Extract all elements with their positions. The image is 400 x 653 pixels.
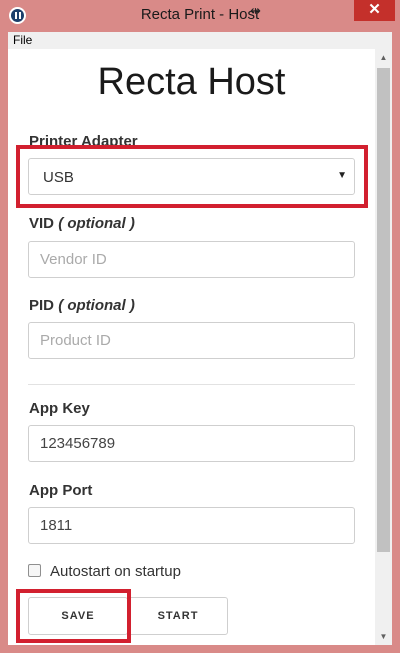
highlight-box-save — [16, 589, 131, 643]
page-title: Recta Host — [97, 61, 286, 103]
section-divider — [28, 384, 355, 385]
app-window: Recta Print - Host ⇹ ✕ File Recta Host P… — [0, 0, 400, 653]
pid-optional-text: ( optional ) — [58, 297, 135, 314]
product-id-input[interactable] — [28, 322, 355, 359]
scroll-down-icon[interactable]: ▼ — [375, 628, 392, 645]
start-button[interactable]: START — [128, 597, 228, 635]
app-key-input[interactable] — [28, 425, 355, 462]
vertical-scrollbar[interactable]: ▲ ▼ — [375, 49, 392, 645]
main-content: Recta Host Printer Adapter USB ▼ VID ( o… — [8, 49, 375, 645]
vid-label-text: VID — [29, 215, 55, 232]
window-title: Recta Print - Host — [140, 6, 260, 23]
menu-file[interactable]: File — [13, 33, 32, 47]
title-bar: Recta Print - Host ⇹ ✕ — [0, 0, 400, 31]
menu-bar: File — [8, 32, 392, 49]
autostart-label[interactable]: Autostart on startup — [50, 563, 181, 580]
autostart-checkbox[interactable] — [28, 564, 41, 577]
scrollbar-thumb[interactable] — [377, 68, 390, 552]
vendor-id-input[interactable] — [28, 241, 355, 278]
highlight-box-adapter — [16, 145, 368, 208]
scroll-up-icon[interactable]: ▲ — [375, 49, 392, 66]
vid-label: VID ( optional ) — [29, 215, 135, 232]
app-port-input[interactable] — [28, 507, 355, 544]
close-button[interactable]: ✕ — [354, 0, 395, 21]
app-key-label: App Key — [29, 400, 90, 417]
vid-optional-text: ( optional ) — [58, 215, 135, 232]
resize-cursor-icon: ⇹ — [250, 3, 261, 18]
pid-label: PID ( optional ) — [29, 297, 135, 314]
app-port-label: App Port — [29, 482, 93, 499]
pid-label-text: PID — [29, 297, 55, 314]
